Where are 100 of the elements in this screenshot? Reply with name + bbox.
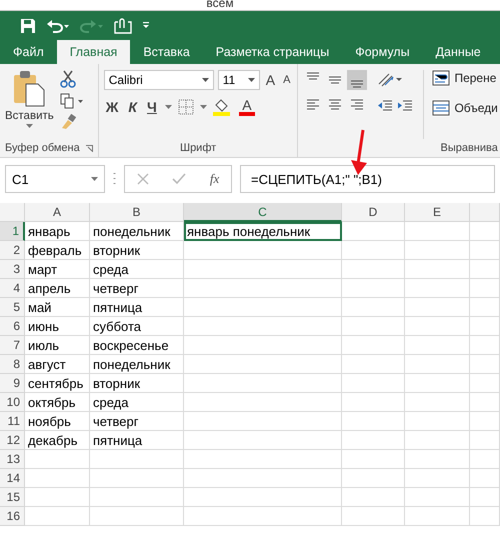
table-cell[interactable]: пятница <box>90 431 184 450</box>
column-header[interactable]: C <box>184 203 342 222</box>
empty-cell[interactable] <box>405 222 470 241</box>
empty-cell[interactable] <box>405 374 470 393</box>
empty-cell[interactable] <box>405 298 470 317</box>
column-header[interactable]: D <box>342 203 405 222</box>
empty-cell[interactable] <box>470 450 500 469</box>
empty-cell[interactable] <box>342 355 405 374</box>
table-cell[interactable]: ноябрь <box>25 412 90 431</box>
row-header[interactable]: 9 <box>0 374 25 393</box>
empty-cell[interactable] <box>184 469 342 488</box>
table-cell[interactable]: вторник <box>90 374 184 393</box>
table-cell[interactable]: среда <box>90 260 184 279</box>
empty-cell[interactable] <box>342 222 405 241</box>
empty-cell[interactable] <box>342 336 405 355</box>
undo-icon[interactable] <box>46 18 70 33</box>
select-all-corner[interactable] <box>0 203 25 222</box>
name-box[interactable]: C1 <box>5 165 105 193</box>
empty-cell[interactable] <box>342 469 405 488</box>
align-bottom-button[interactable] <box>347 70 368 90</box>
customize-toolbar-icon[interactable] <box>142 22 150 30</box>
row-header[interactable]: 12 <box>0 431 25 450</box>
row-header[interactable]: 3 <box>0 260 25 279</box>
table-cell[interactable]: понедельник <box>90 222 184 241</box>
empty-cell[interactable] <box>184 279 342 298</box>
table-cell[interactable]: среда <box>90 393 184 412</box>
bold-button[interactable]: Ж <box>104 100 120 114</box>
empty-cell[interactable] <box>90 488 184 507</box>
table-cell[interactable]: понедельник <box>90 355 184 374</box>
empty-cell[interactable] <box>470 279 500 298</box>
empty-cell[interactable] <box>342 317 405 336</box>
table-cell[interactable]: вторник <box>90 241 184 260</box>
table-cell[interactable]: четверг <box>90 279 184 298</box>
touch-mode-icon[interactable] <box>114 18 132 34</box>
ribbon-tab[interactable]: Данные <box>422 40 494 64</box>
empty-cell[interactable] <box>405 336 470 355</box>
row-header[interactable]: 6 <box>0 317 25 336</box>
checkmark-icon[interactable] <box>172 173 186 185</box>
save-icon[interactable] <box>20 18 36 34</box>
table-cell[interactable]: сентябрь <box>25 374 90 393</box>
empty-cell[interactable] <box>470 431 500 450</box>
table-cell[interactable]: четверг <box>90 412 184 431</box>
empty-cell[interactable] <box>184 431 342 450</box>
grow-font-button[interactable]: A <box>264 73 278 87</box>
empty-cell[interactable] <box>342 488 405 507</box>
increase-indent-icon[interactable] <box>397 99 414 113</box>
empty-cell[interactable] <box>184 393 342 412</box>
empty-cell[interactable] <box>470 317 500 336</box>
empty-cell[interactable] <box>342 279 405 298</box>
row-header[interactable]: 11 <box>0 412 25 431</box>
empty-cell[interactable] <box>405 450 470 469</box>
row-header[interactable]: 13 <box>0 450 25 469</box>
empty-cell[interactable] <box>405 412 470 431</box>
empty-cell[interactable] <box>470 336 500 355</box>
row-header[interactable]: 14 <box>0 469 25 488</box>
empty-cell[interactable] <box>184 355 342 374</box>
table-cell[interactable]: суббота <box>90 317 184 336</box>
empty-cell[interactable] <box>470 298 500 317</box>
table-cell[interactable]: пятница <box>90 298 184 317</box>
empty-cell[interactable] <box>405 507 470 526</box>
empty-cell[interactable] <box>184 412 342 431</box>
empty-cell[interactable] <box>405 241 470 260</box>
row-header[interactable]: 15 <box>0 488 25 507</box>
ribbon-tab[interactable]: Разметка страницы <box>202 40 342 64</box>
empty-cell[interactable] <box>470 412 500 431</box>
empty-cell[interactable] <box>184 317 342 336</box>
redo-icon[interactable] <box>80 18 104 33</box>
table-cell[interactable]: январь понедельник <box>184 222 342 241</box>
empty-cell[interactable] <box>405 469 470 488</box>
underline-button[interactable]: Ч <box>145 100 159 114</box>
empty-cell[interactable] <box>184 336 342 355</box>
column-header[interactable]: E <box>405 203 470 222</box>
row-header[interactable]: 1 <box>0 222 25 241</box>
merge-button[interactable]: Объеди <box>432 100 498 116</box>
empty-cell[interactable] <box>90 450 184 469</box>
empty-cell[interactable] <box>405 488 470 507</box>
empty-cell[interactable] <box>342 450 405 469</box>
row-header[interactable]: 8 <box>0 355 25 374</box>
table-cell[interactable]: июль <box>25 336 90 355</box>
dropdown-arrow-icon[interactable] <box>164 105 172 109</box>
empty-cell[interactable] <box>184 450 342 469</box>
table-cell[interactable]: октябрь <box>25 393 90 412</box>
empty-cell[interactable] <box>342 507 405 526</box>
formula-field[interactable]: =СЦЕПИТЬ(A1;" ";B1) <box>240 165 495 193</box>
decrease-indent-icon[interactable] <box>377 99 394 113</box>
row-header[interactable]: 10 <box>0 393 25 412</box>
empty-cell[interactable] <box>405 431 470 450</box>
empty-cell[interactable] <box>470 241 500 260</box>
empty-cell[interactable] <box>342 241 405 260</box>
table-cell[interactable]: апрель <box>25 279 90 298</box>
empty-cell[interactable] <box>342 412 405 431</box>
font-name-dropdown[interactable]: Calibri <box>104 70 214 90</box>
wrap-text-button[interactable]: Перене <box>432 70 498 86</box>
empty-cell[interactable] <box>184 260 342 279</box>
ribbon-tab[interactable]: Формулы <box>342 40 423 64</box>
empty-cell[interactable] <box>470 469 500 488</box>
cancel-icon[interactable] <box>136 173 149 185</box>
empty-cell[interactable] <box>470 374 500 393</box>
format-painter-icon[interactable] <box>60 114 76 130</box>
ribbon-tab[interactable]: Файл <box>0 40 57 64</box>
